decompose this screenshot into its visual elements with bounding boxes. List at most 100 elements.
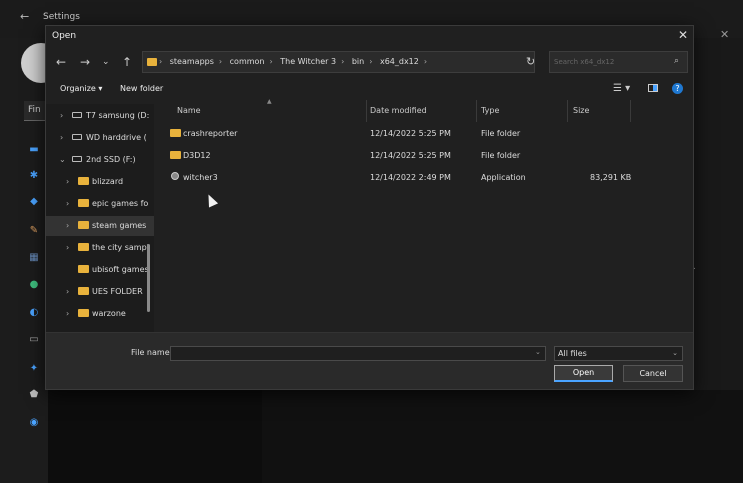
breadcrumb: › steamapps › common › The Witcher 3 › bin ›… — [159, 57, 432, 66]
settings-close-icon[interactable]: ✕ — [720, 28, 729, 41]
chevron-right-icon[interactable]: › — [270, 57, 273, 66]
nav-item-label: T7 samsung (D: — [86, 111, 150, 120]
file-row[interactable]: crashreporter 12/14/2022 5:25 PM File fo… — [166, 124, 626, 144]
refresh-icon[interactable]: ↻ — [526, 55, 535, 68]
new-folder-button[interactable]: New folder — [120, 84, 163, 93]
folder-icon — [170, 151, 181, 159]
file-name: crashreporter — [183, 129, 238, 138]
preview-pane-icon[interactable] — [648, 84, 658, 92]
command-bar: Organize ▾ New folder ☰ ▾ ? — [46, 78, 693, 102]
nav-pane-scrollbar[interactable] — [147, 244, 150, 312]
file-type: File folder — [481, 129, 521, 138]
recent-locations-chevron-icon[interactable]: ⌄ — [102, 57, 110, 67]
column-divider[interactable] — [630, 100, 631, 122]
file-row[interactable]: witcher3 12/14/2022 2:49 PM Application … — [166, 168, 631, 188]
dialog-title: Open — [52, 31, 77, 41]
breadcrumb-item[interactable]: steamapps — [170, 57, 214, 66]
back-arrow-icon[interactable]: ← — [20, 10, 29, 23]
chevron-right-icon[interactable]: › — [66, 243, 69, 252]
file-row[interactable]: D3D12 12/14/2022 5:25 PM File folder — [166, 146, 626, 166]
folder-icon — [78, 287, 89, 295]
accounts-icon[interactable]: ● — [27, 280, 41, 290]
help-icon[interactable]: ? — [672, 83, 683, 94]
column-header-date[interactable]: Date modified — [370, 106, 427, 115]
time-language-icon[interactable]: ◐ — [27, 308, 41, 318]
forward-icon[interactable]: → — [80, 55, 90, 69]
chevron-down-icon[interactable]: ⌄ — [59, 155, 66, 164]
address-bar[interactable]: › steamapps › common › The Witcher 3 › bin ›… — [142, 51, 599, 73]
column-header-name[interactable]: Name — [177, 106, 201, 115]
change-view-icon[interactable]: ☰ ▾ — [613, 83, 630, 94]
nav-item-t7-samsung[interactable]: › T7 samsung (D: — [46, 106, 154, 126]
gaming-icon[interactable]: ▭ — [27, 335, 41, 345]
navigation-bar: ← → ⌄ ↑ › steamapps › common › The Witcher… — [46, 50, 693, 76]
chevron-right-icon[interactable]: › — [424, 57, 427, 66]
system-icon[interactable]: ▬ — [27, 145, 41, 155]
chevron-right-icon[interactable]: › — [66, 221, 69, 230]
file-type-select[interactable]: All files ⌄ — [554, 346, 683, 361]
up-arrow-icon[interactable]: ↑ — [122, 55, 132, 69]
folder-icon — [78, 221, 89, 229]
file-size: 83,291 KB — [590, 173, 632, 182]
bluetooth-icon[interactable]: ✱ — [27, 171, 41, 181]
nav-item-warzone[interactable]: › warzone — [46, 304, 154, 324]
folder-icon — [147, 58, 157, 66]
chevron-right-icon[interactable]: › — [66, 287, 69, 296]
nav-item-steam-games[interactable]: › steam games — [46, 216, 154, 236]
nav-item-label: WD harddrive ( — [86, 133, 147, 142]
open-button[interactable]: Open — [554, 365, 613, 382]
chevron-down-icon: ▾ — [98, 84, 103, 93]
privacy-icon[interactable]: ⬟ — [27, 390, 41, 400]
column-header-type[interactable]: Type — [481, 106, 499, 115]
nav-item-2nd-ssd[interactable]: ⌄ 2nd SSD (F:) — [46, 150, 154, 170]
folder-icon — [78, 177, 89, 185]
column-divider[interactable] — [476, 100, 477, 122]
chevron-right-icon[interactable]: › — [369, 57, 372, 66]
nav-item-blizzard[interactable]: › blizzard — [46, 172, 154, 192]
chevron-right-icon[interactable]: › — [341, 57, 344, 66]
search-input[interactable]: Search x64_dx12 ⌕ — [549, 51, 688, 73]
column-divider[interactable] — [366, 100, 367, 122]
nav-item-the-city-sample[interactable]: › the city sampl — [46, 238, 154, 258]
nav-item-label: steam games — [92, 221, 147, 230]
chevron-right-icon[interactable]: › — [60, 111, 63, 120]
chevron-down-icon: ⌄ — [672, 349, 678, 357]
search-icon: ⌕ — [674, 56, 680, 66]
cancel-button[interactable]: Cancel — [623, 365, 683, 382]
chevron-right-icon[interactable]: › — [66, 309, 69, 318]
back-icon[interactable]: ← — [56, 55, 66, 69]
organize-label: Organize — [60, 84, 96, 93]
chevron-right-icon[interactable]: › — [60, 133, 63, 142]
network-icon[interactable]: ◆ — [27, 197, 41, 207]
breadcrumb-item[interactable]: x64_dx12 — [380, 57, 419, 66]
dialog-footer: File name: ⌄ All files ⌄ Open Cancel — [46, 332, 693, 389]
windows-update-icon[interactable]: ◉ — [27, 418, 41, 428]
file-date: 12/14/2022 5:25 PM — [370, 129, 451, 138]
folder-icon — [170, 129, 181, 137]
column-divider[interactable] — [567, 100, 568, 122]
settings-title: Settings — [43, 12, 80, 22]
column-header-size[interactable]: Size — [573, 106, 589, 115]
chevron-right-icon[interactable]: › — [66, 177, 69, 186]
apps-icon[interactable]: ▦ — [27, 253, 41, 263]
close-icon[interactable]: ✕ — [678, 28, 688, 42]
file-name-chevron-icon[interactable]: ⌄ — [535, 348, 541, 356]
organize-button[interactable]: Organize ▾ — [60, 84, 102, 93]
nav-item-ubisoft-games[interactable]: ubisoft games — [46, 260, 154, 280]
file-name-input[interactable] — [170, 346, 546, 361]
nav-item-ues-folder[interactable]: › UES FOLDER — [46, 282, 154, 302]
folder-icon — [78, 309, 89, 317]
chevron-right-icon[interactable]: › — [219, 57, 222, 66]
nav-item-epic-games[interactable]: › epic games fo — [46, 194, 154, 214]
accessibility-icon[interactable]: ✦ — [27, 364, 41, 374]
breadcrumb-item[interactable]: common — [230, 57, 265, 66]
breadcrumb-item[interactable]: bin — [352, 57, 364, 66]
breadcrumb-overflow-icon[interactable]: › — [159, 57, 162, 66]
folder-icon — [78, 265, 89, 273]
nav-item-label: the city sampl — [92, 243, 149, 252]
personalization-icon[interactable]: ✎ — [27, 226, 41, 236]
breadcrumb-item[interactable]: The Witcher 3 — [280, 57, 336, 66]
nav-item-wd-harddrive[interactable]: › WD harddrive ( — [46, 128, 154, 148]
chevron-right-icon[interactable]: › — [66, 199, 69, 208]
settings-content-bottom — [262, 390, 743, 483]
